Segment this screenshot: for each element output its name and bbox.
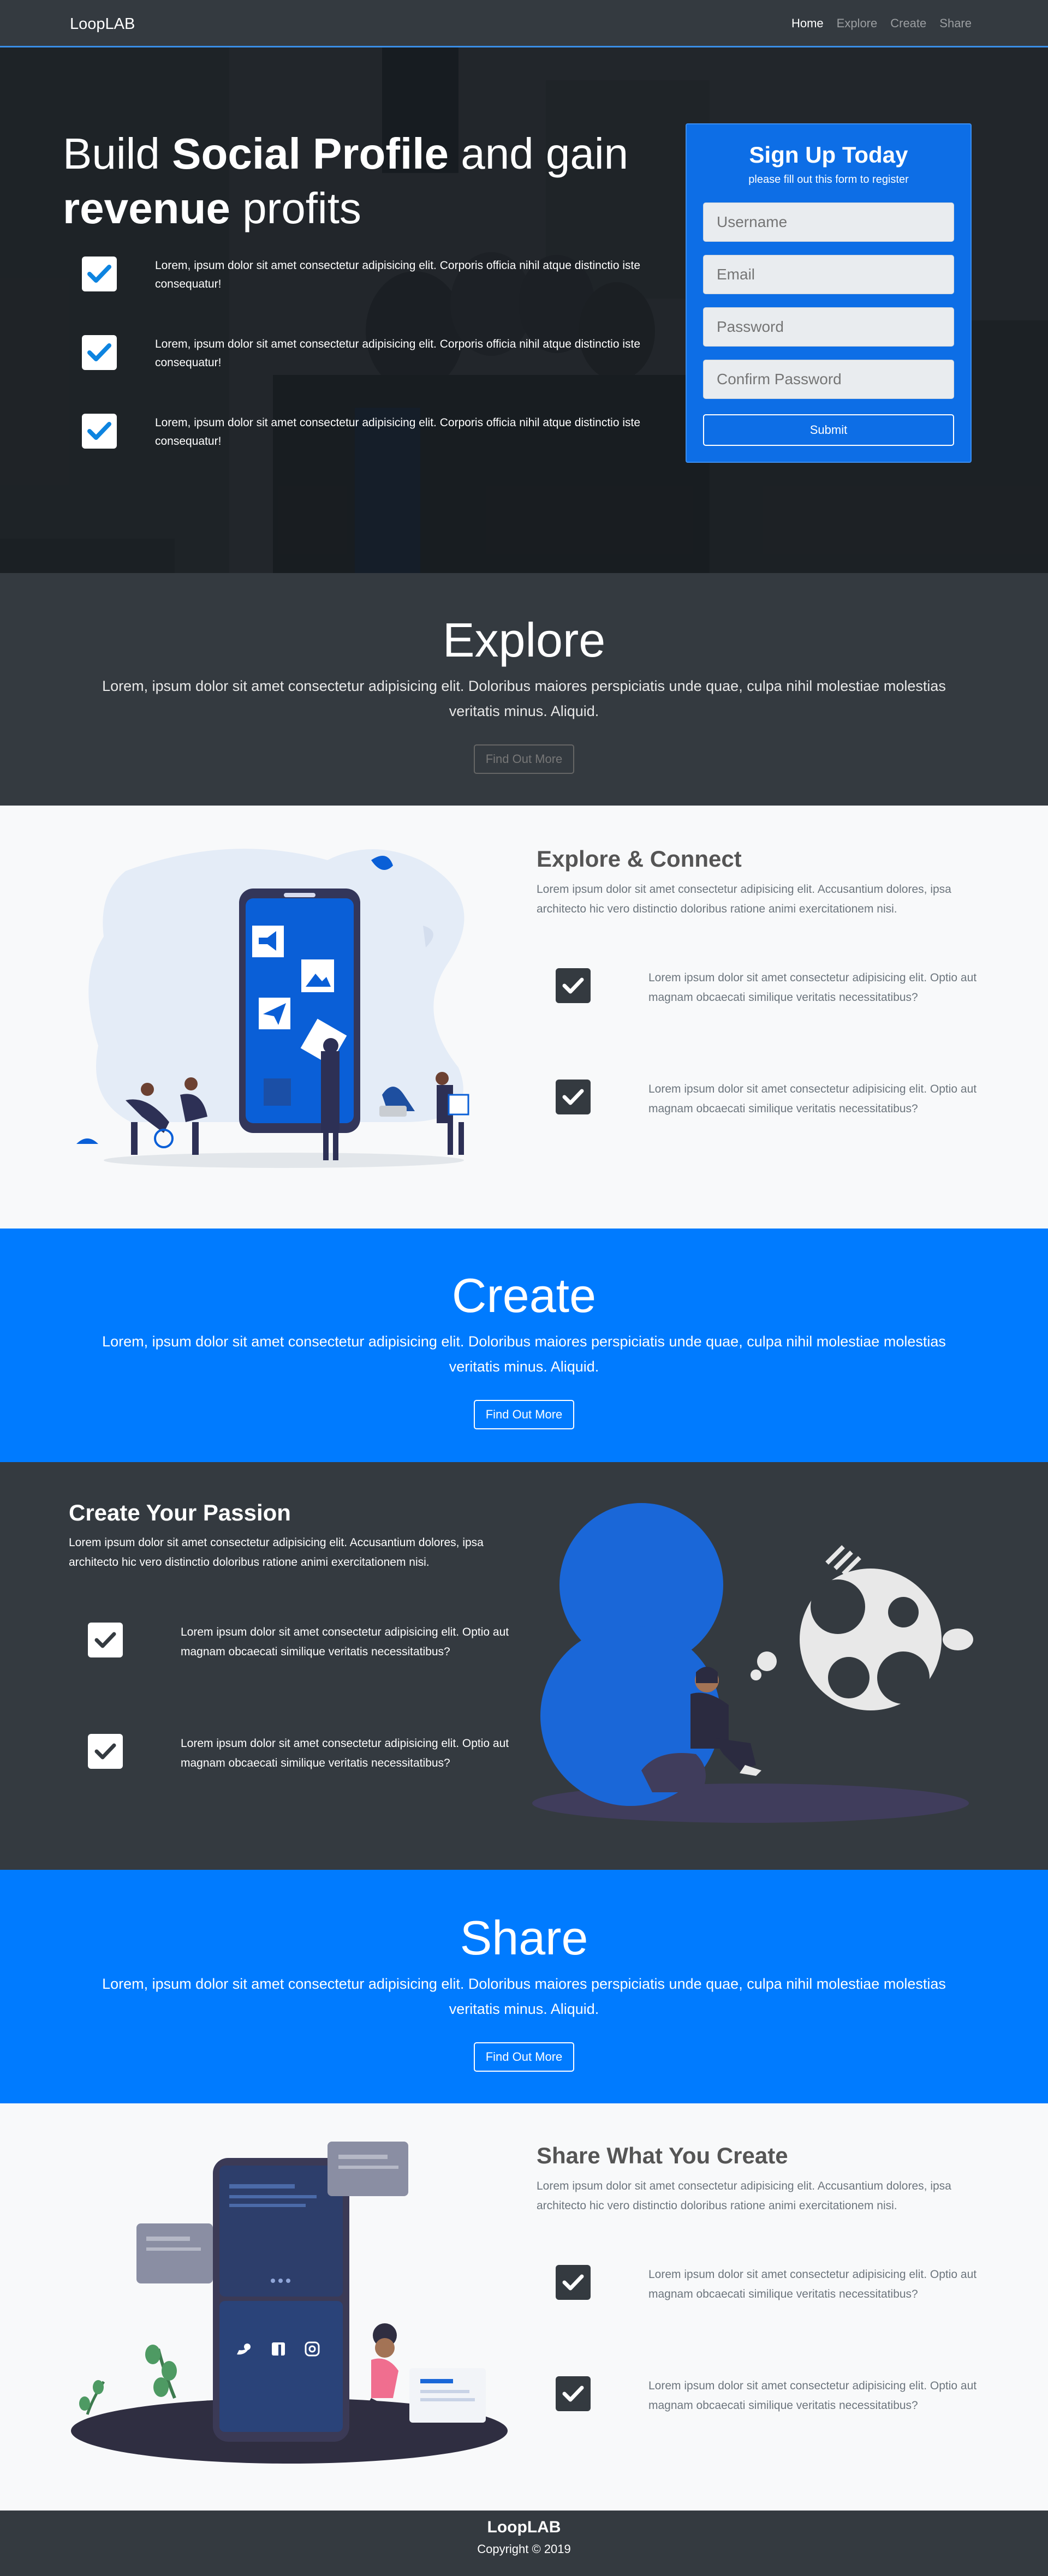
check-icon — [82, 414, 117, 449]
check-icon — [556, 1080, 591, 1114]
footer-copyright: Copyright © 2019 — [477, 2542, 571, 2556]
facebook-icon — [272, 2342, 285, 2356]
explore-connect-item-text: Lorem ipsum dolor sit amet consectetur a… — [648, 1083, 977, 1115]
create-illustration — [532, 1503, 973, 1823]
explore-connect-item: Lorem ipsum dolor sit amet consectetur a… — [556, 968, 987, 1007]
explore-text: Lorem, ipsum dolor sit amet consectetur … — [102, 678, 946, 719]
footer: LoopLAB Copyright © 2019 — [0, 2511, 1048, 2576]
hero-section: Build Social Profile and gain revenue pro… — [0, 47, 1048, 573]
password-input[interactable] — [703, 307, 954, 347]
share-heading: Share — [460, 1911, 588, 1965]
explore-illustration — [76, 849, 469, 1168]
explore-connect-section: Explore & Connect Lorem ipsum dolor sit … — [0, 806, 1048, 1229]
check-icon — [82, 335, 117, 370]
create-passion-item: Lorem ipsum dolor sit amet consectetur a… — [88, 1623, 519, 1662]
paper-plane-icon — [259, 998, 290, 1029]
email-input[interactable] — [703, 255, 954, 294]
nav-link-home[interactable]: Home — [791, 16, 824, 31]
share-create-item: Lorem ipsum dolor sit amet consectetur a… — [556, 2265, 987, 2304]
explore-connect-item: Lorem ipsum dolor sit amet consectetur a… — [556, 1080, 987, 1119]
username-input[interactable] — [703, 202, 954, 242]
share-create-lead: Lorem ipsum dolor sit amet consectetur a… — [537, 2180, 951, 2212]
share-create-title: Share What You Create — [537, 2143, 788, 2168]
share-create-item-text: Lorem ipsum dolor sit amet consectetur a… — [648, 2380, 977, 2412]
check-icon — [88, 1734, 123, 1769]
nav-links: Home Explore Create Share — [791, 16, 972, 31]
confirm-password-input[interactable] — [703, 360, 954, 399]
nav-link-share[interactable]: Share — [939, 16, 972, 31]
create-find-out-more-button[interactable]: Find Out More — [473, 1400, 575, 1429]
create-passion-section: Create Your Passion Lorem ipsum dolor si… — [0, 1462, 1048, 1870]
signup-subtitle: please fill out this form to register — [748, 174, 909, 186]
check-icon — [556, 968, 591, 1003]
nav-link-create[interactable]: Create — [890, 16, 926, 31]
explore-find-out-more-button[interactable]: Find Out More — [473, 744, 575, 774]
submit-button[interactable]: Submit — [703, 414, 954, 446]
create-passion-item: Lorem ipsum dolor sit amet consectetur a… — [88, 1734, 519, 1773]
hero-feature-text: Lorem, ipsum dolor sit amet consectetur … — [155, 259, 641, 290]
nav-link-explore[interactable]: Explore — [837, 16, 878, 31]
share-create-item-text: Lorem ipsum dolor sit amet consectetur a… — [648, 2268, 977, 2300]
explore-connect-item-text: Lorem ipsum dolor sit amet consectetur a… — [648, 971, 977, 1004]
create-passion-title: Create Your Passion — [69, 1500, 291, 1525]
image-icon — [301, 959, 334, 992]
explore-connect-title: Explore & Connect — [537, 846, 742, 872]
create-text: Lorem, ipsum dolor sit amet consectetur … — [102, 1333, 946, 1375]
explore-heading: Explore — [442, 613, 606, 667]
hero-feature-item: Lorem, ipsum dolor sit amet consectetur … — [82, 257, 646, 294]
footer-brand: LoopLAB — [487, 2518, 561, 2536]
share-create-item: Lorem ipsum dolor sit amet consectetur a… — [556, 2376, 987, 2416]
create-heading: Create — [451, 1268, 597, 1322]
megaphone-icon — [252, 926, 284, 957]
check-icon — [556, 2376, 591, 2411]
signup-form: Sign Up Today please fill out this form … — [686, 123, 972, 463]
share-create-section: Share What You Create Lorem ipsum dolor … — [0, 2103, 1048, 2511]
check-icon — [88, 1623, 123, 1657]
share-illustration — [71, 2142, 508, 2464]
share-text: Lorem, ipsum dolor sit amet consectetur … — [102, 1976, 946, 2017]
navbar: LoopLAB Home Explore Create Share — [0, 0, 1048, 47]
create-passion-item-text: Lorem ipsum dolor sit amet consectetur a… — [181, 1626, 509, 1658]
explore-band: Explore Lorem, ipsum dolor sit amet cons… — [0, 573, 1048, 806]
check-icon — [82, 257, 117, 291]
create-passion-lead: Lorem ipsum dolor sit amet consectetur a… — [69, 1536, 484, 1569]
share-find-out-more-button[interactable]: Find Out More — [473, 2042, 575, 2072]
hero-title: Build Social Profile and gain revenue pro… — [63, 129, 629, 232]
brand-logo[interactable]: LoopLAB — [70, 15, 135, 33]
hero-feature-text: Lorem, ipsum dolor sit amet consectetur … — [155, 338, 641, 369]
signup-title: Sign Up Today — [749, 142, 908, 168]
check-icon — [556, 2265, 591, 2300]
create-passion-item-text: Lorem ipsum dolor sit amet consectetur a… — [181, 1737, 509, 1769]
explore-connect-lead: Lorem ipsum dolor sit amet consectetur a… — [537, 883, 951, 915]
hero-feature-text: Lorem, ipsum dolor sit amet consectetur … — [155, 416, 641, 448]
share-band: Share Lorem, ipsum dolor sit amet consec… — [0, 1870, 1048, 2103]
create-band: Create Lorem, ipsum dolor sit amet conse… — [0, 1229, 1048, 1462]
hero-feature-item: Lorem, ipsum dolor sit amet consectetur … — [82, 335, 646, 372]
hero-feature-item: Lorem, ipsum dolor sit amet consectetur … — [82, 414, 646, 451]
